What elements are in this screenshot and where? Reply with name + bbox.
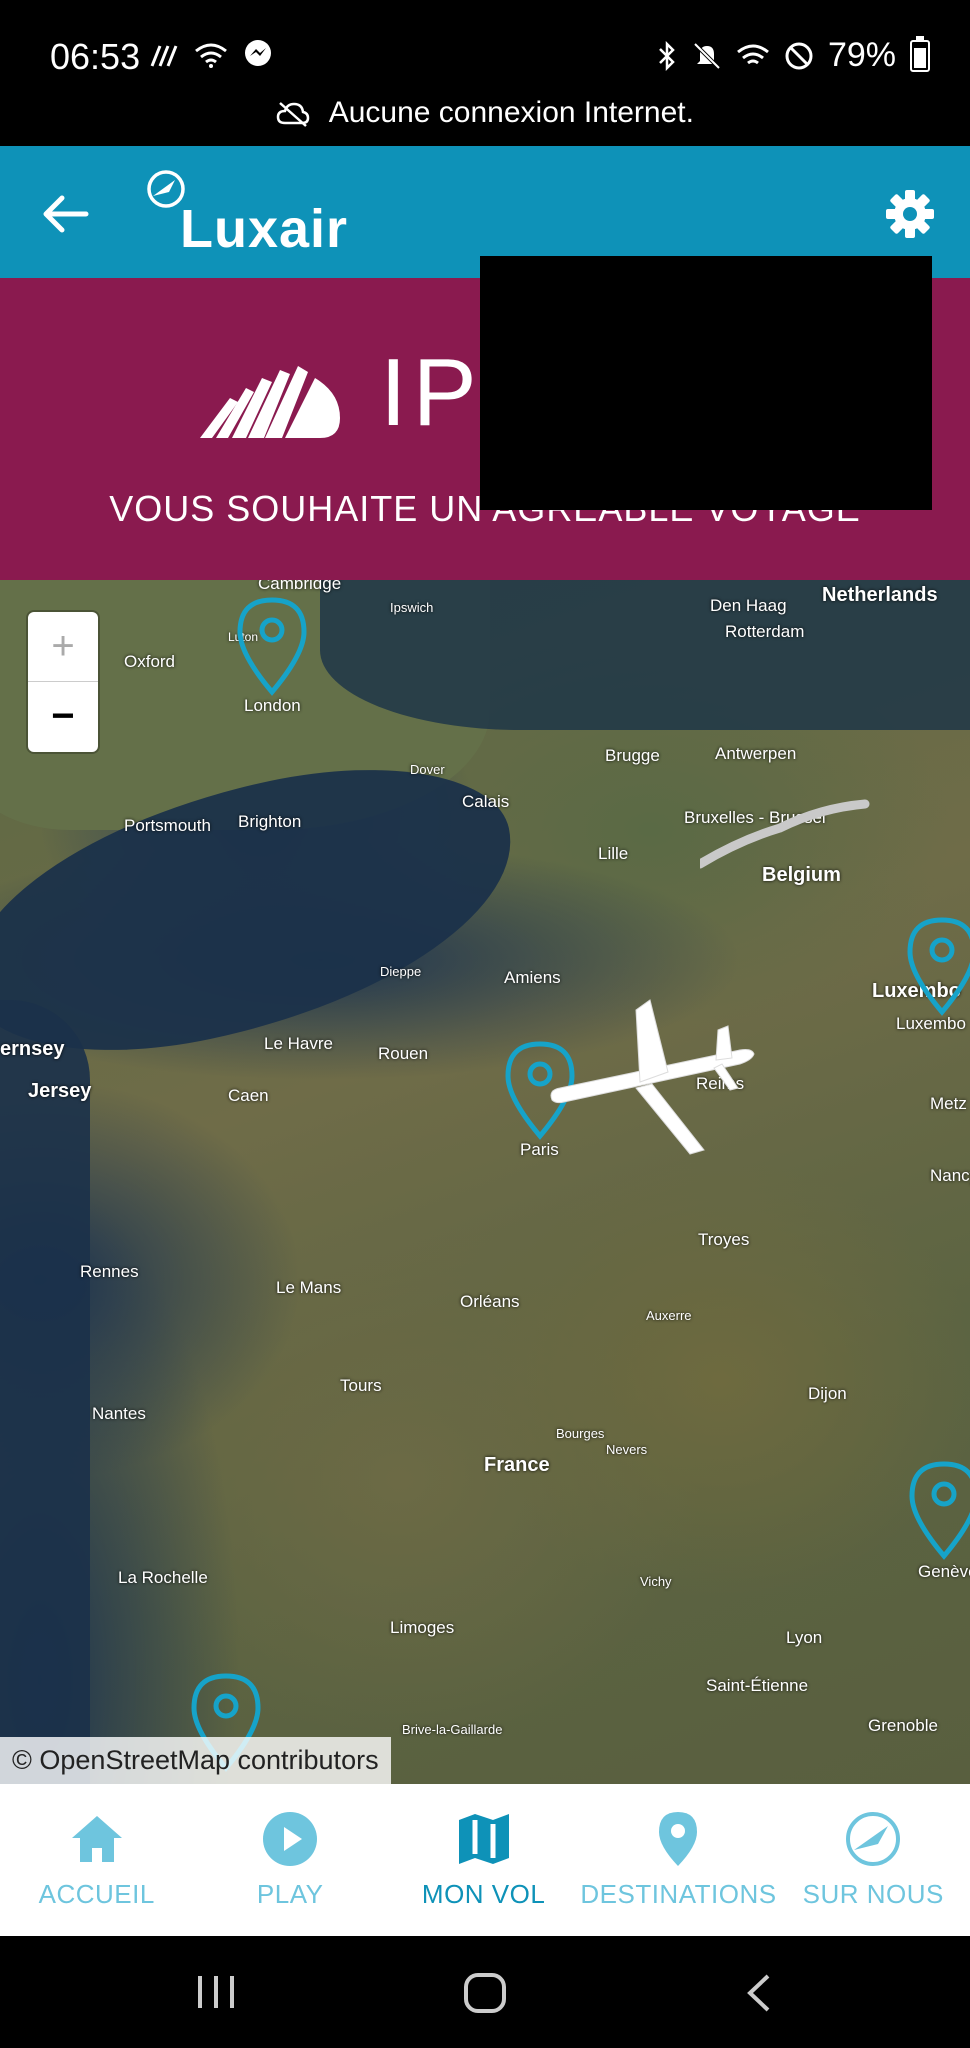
wifi-icon [195, 43, 228, 68]
map-label: Ipswich [390, 600, 434, 615]
map-label: Rennes [80, 1262, 139, 1281]
map-label: Grenoble [868, 1716, 938, 1735]
location-pin-icon[interactable] [904, 916, 970, 1016]
map-label: Genève [918, 1562, 970, 1581]
bottom-navigation: ACCUEIL PLAY MON VOL DESTINATIONS SUR NO… [0, 1784, 970, 1936]
map-icon [458, 1814, 509, 1864]
map-label: Troyes [698, 1230, 750, 1249]
offline-notice: Aucune connexion Internet. [0, 96, 970, 146]
status-bar: 06:53 79% Aucune connexion Internet. [0, 0, 970, 129]
map-label: Cambridge [258, 580, 342, 593]
map-label: Vichy [640, 1574, 672, 1589]
map-label: Den Haag [710, 596, 787, 615]
map-label: Auxerre [646, 1308, 692, 1323]
zoom-control: + − [28, 612, 98, 752]
map-attribution[interactable]: © OpenStreetMap contributors [0, 1737, 391, 1784]
nav-item-accueil[interactable]: ACCUEIL [0, 1784, 193, 1936]
map-label: France [484, 1454, 550, 1476]
zoom-out-button[interactable]: − [28, 682, 98, 751]
nav-label: PLAY [256, 1879, 324, 1909]
nav-label: ACCUEIL [38, 1879, 155, 1909]
map-label: Nancy [930, 1166, 970, 1185]
map-label: Amiens [504, 968, 561, 987]
luxair-emblem-icon [846, 1812, 901, 1866]
status-time: 06:53 [50, 36, 141, 77]
location-pin-icon[interactable] [234, 596, 310, 696]
map-label: Caen [228, 1086, 269, 1105]
nav-label: MON VOL [421, 1879, 546, 1909]
airplane-icon [550, 999, 755, 1155]
nav-item-mon-vol[interactable]: MON VOL [387, 1784, 580, 1936]
map-label: Dijon [808, 1384, 847, 1403]
play-icon [263, 1812, 318, 1866]
map-label: Dieppe [380, 964, 422, 979]
map-label: Le Mans [276, 1278, 342, 1297]
nav-item-sur-nous[interactable]: SUR NOUS [777, 1784, 970, 1936]
home-button-icon[interactable] [462, 1972, 508, 2014]
map-label: Calais [462, 792, 510, 811]
map-label: Dover [410, 762, 445, 777]
brand-name: Luxair [180, 199, 349, 259]
flight-path-trail [700, 799, 870, 869]
offline-message: Aucune connexion Internet. [328, 96, 694, 129]
map-label: Netherlands [822, 584, 938, 606]
gear-icon[interactable] [884, 188, 936, 240]
battery-percent: 79% [827, 36, 896, 74]
wifi-call-icon [737, 44, 769, 64]
map-label: Rouen [378, 1044, 429, 1063]
home-icon [71, 1816, 122, 1862]
cloud-off-icon [276, 102, 310, 128]
map-label: Rotterdam [725, 622, 805, 641]
nav-item-destinations[interactable]: DESTINATIONS [580, 1784, 776, 1936]
map-label: Luxembo [896, 1014, 966, 1033]
map-label: Orléans [460, 1292, 520, 1311]
bluetooth-icon [659, 40, 675, 71]
map-label: Brighton [238, 812, 302, 831]
battery-icon [910, 35, 930, 72]
map-label: La Rochelle [118, 1568, 208, 1587]
map-label: Le Havre [264, 1034, 333, 1053]
map-label: Tours [340, 1376, 382, 1395]
map-label: Nantes [92, 1404, 146, 1423]
back-arrow-icon[interactable] [38, 186, 94, 242]
map-label: Bourges [556, 1426, 605, 1441]
back-nav-icon[interactable] [740, 1972, 776, 2014]
map-label: Nevers [606, 1442, 648, 1457]
redaction-block [480, 256, 932, 510]
map-label: Limoges [390, 1618, 455, 1637]
nav-item-play[interactable]: PLAY [193, 1784, 386, 1936]
recent-apps-icon[interactable] [192, 1972, 240, 2012]
map-label: Antwerpen [715, 744, 797, 763]
map-label: Saint-Étienne [706, 1676, 809, 1695]
map-label: Oxford [124, 652, 176, 671]
nav-label: DESTINATIONS [580, 1879, 777, 1909]
nav-label: SUR NOUS [802, 1879, 944, 1909]
luxair-logo: Luxair [140, 168, 380, 259]
zoom-in-button[interactable]: + [28, 612, 98, 682]
signal-strength-icon [150, 45, 178, 67]
location-pin-icon [659, 1812, 698, 1866]
map-label: Jersey [28, 1080, 92, 1102]
messenger-icon [244, 40, 271, 66]
location-pin-icon[interactable] [906, 1460, 970, 1560]
map-label: Brugge [605, 746, 660, 765]
map-label: Brive-la-Gaillarde [402, 1722, 503, 1737]
notification-icons [150, 38, 273, 76]
flight-map[interactable]: + − Netherlands Den Haag Rotterdam Cambr… [0, 580, 970, 1784]
banner-big-text: IP [380, 339, 483, 446]
brand-emblem-icon [200, 366, 340, 438]
do-not-disturb-icon [785, 42, 813, 69]
map-label: Portsmouth [124, 816, 211, 835]
system-navigation-bar [0, 1936, 970, 2048]
map-sea-atlantic [0, 1000, 90, 1784]
map-label: Lille [598, 844, 629, 863]
map-label: London [244, 696, 301, 715]
mute-icon [693, 42, 721, 69]
map-label: Metz [930, 1094, 967, 1113]
system-status: 79% [656, 35, 930, 75]
map-label: Lyon [786, 1628, 823, 1647]
map-label: ernsey [0, 1038, 65, 1060]
